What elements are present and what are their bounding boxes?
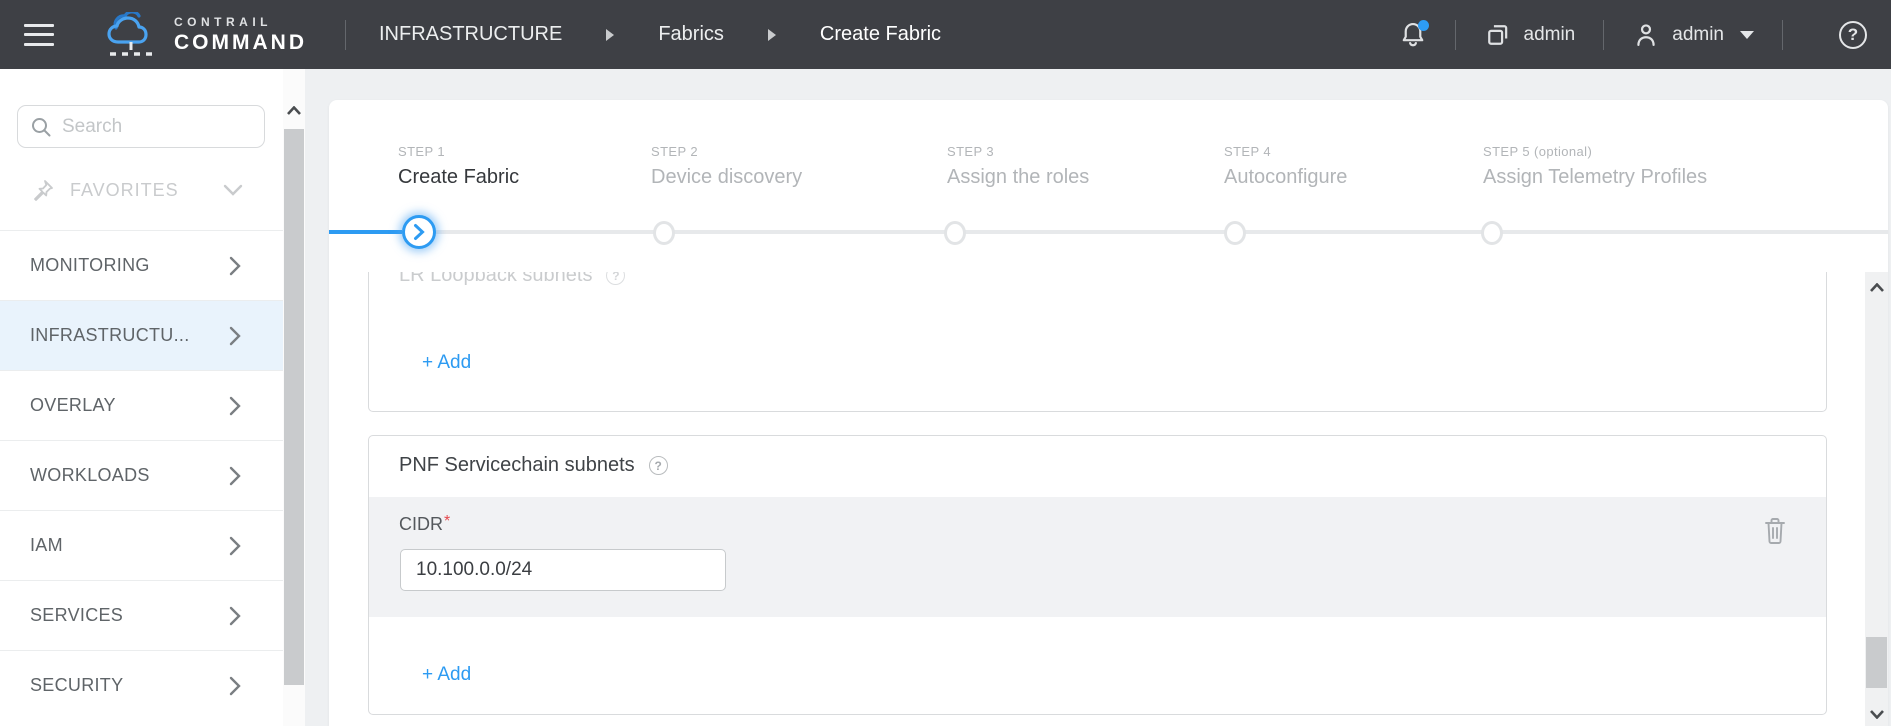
header-divider: [1455, 20, 1456, 50]
breadcrumb-fabrics[interactable]: Fabrics: [658, 23, 724, 46]
help-icon[interactable]: ?: [1839, 21, 1867, 49]
step-1: STEP 1 Create Fabric: [398, 144, 519, 189]
sidebar-item-workloads[interactable]: WORKLOADS: [0, 440, 283, 510]
scroll-up-arrow-icon[interactable]: [283, 97, 305, 123]
sidebar-menu: MONITORING INFRASTRUCTU... OVERLAY WORKL…: [0, 230, 283, 720]
section-title: PNF Servicechain subnets ?: [399, 454, 668, 477]
chevron-right-icon: [229, 466, 241, 486]
cidr-field-row: CIDR*: [369, 497, 1826, 617]
step-connector-line-done: [329, 230, 402, 234]
wizard-steps: STEP 1 Create Fabric STEP 2 Device disco…: [329, 100, 1888, 272]
sidebar-item-services[interactable]: SERVICES: [0, 580, 283, 650]
user-icon: [1632, 21, 1660, 49]
step-3: STEP 3 Assign the roles: [947, 144, 1089, 189]
chevron-down-icon[interactable]: [1740, 31, 1754, 39]
step-2: STEP 2 Device discovery: [651, 144, 802, 189]
step-4-indicator[interactable]: [1224, 221, 1246, 245]
required-marker: *: [444, 513, 450, 530]
header-divider: [1782, 20, 1783, 50]
chevron-down-icon: [223, 184, 243, 196]
header-divider: [1603, 20, 1604, 50]
step-4: STEP 4 Autoconfigure: [1224, 144, 1347, 189]
notification-badge-dot: [1418, 20, 1429, 31]
cidr-input[interactable]: [400, 549, 726, 591]
step-3-indicator[interactable]: [944, 221, 966, 245]
section-help-icon[interactable]: ?: [649, 456, 668, 475]
section-title: LR Loopback subnets ?: [399, 272, 625, 287]
search-icon: [30, 116, 52, 138]
breadcrumb: INFRASTRUCTURE Fabrics Create Fabric: [346, 23, 941, 46]
sidebar-scrollbar: [283, 69, 305, 726]
cidr-label: CIDR*: [399, 513, 450, 535]
projects-icon: [1484, 21, 1512, 49]
chevron-right-icon: [229, 256, 241, 276]
user-name: admin: [1672, 24, 1724, 46]
tenant-name: admin: [1524, 24, 1576, 46]
sidebar-item-security[interactable]: SECURITY: [0, 650, 283, 720]
user-menu[interactable]: admin: [1632, 21, 1754, 49]
pin-icon: [32, 179, 54, 201]
sidebar-item-infrastructure[interactable]: INFRASTRUCTU...: [0, 300, 283, 370]
form-scroll-viewport: LR Loopback subnets ? + Add PNF Servicec…: [329, 272, 1888, 726]
logo-line1: CONTRAIL: [174, 16, 307, 28]
scroll-up-arrow-icon[interactable]: [1865, 274, 1888, 300]
main-scrollbar: [1865, 272, 1888, 726]
pnf-servicechain-subnets-section: PNF Servicechain subnets ? CIDR*: [368, 435, 1827, 715]
topbar-right-group: admin admin ?: [1399, 20, 1891, 50]
breadcrumb-create-fabric: Create Fabric: [820, 23, 941, 46]
chevron-right-icon: [229, 606, 241, 626]
chevron-right-icon: [229, 536, 241, 556]
breadcrumb-infrastructure[interactable]: INFRASTRUCTURE: [379, 23, 562, 46]
section-help-icon[interactable]: ?: [606, 272, 625, 285]
scroll-down-arrow-icon[interactable]: [1865, 702, 1888, 726]
chevron-right-icon: [229, 326, 241, 346]
favorites-label: FAVORITES: [70, 180, 179, 201]
contrail-command-logo: CONTRAIL COMMAND: [102, 12, 307, 58]
favorites-toggle[interactable]: FAVORITES: [0, 172, 283, 208]
breadcrumb-separator-icon: [768, 29, 776, 41]
cloud-logo-icon: [102, 12, 160, 58]
sidebar-item-monitoring[interactable]: MONITORING: [0, 230, 283, 300]
step-2-indicator[interactable]: [653, 221, 675, 245]
sidebar-item-iam[interactable]: IAM: [0, 510, 283, 580]
add-loopback-subnet-link[interactable]: + Add: [422, 349, 471, 377]
top-bar: CONTRAIL COMMAND INFRASTRUCTURE Fabrics …: [0, 0, 1891, 69]
breadcrumb-separator-icon: [606, 29, 614, 41]
sidebar-scrollbar-thumb[interactable]: [284, 129, 304, 685]
hamburger-menu-icon[interactable]: [24, 24, 54, 46]
tenant-menu[interactable]: admin: [1484, 21, 1576, 49]
step-connector-line: [419, 230, 1888, 234]
add-pnf-subnet-link[interactable]: + Add: [422, 661, 471, 689]
step-1-indicator[interactable]: [402, 215, 436, 249]
logo-line2: COMMAND: [174, 32, 307, 53]
notifications-bell-icon[interactable]: [1399, 20, 1427, 50]
sidebar: FAVORITES MONITORING INFRASTRUCTU...: [0, 69, 283, 726]
chevron-right-icon: [229, 396, 241, 416]
step-5: STEP 5 (optional) Assign Telemetry Profi…: [1483, 144, 1707, 189]
step-5-indicator[interactable]: [1481, 221, 1503, 245]
sidebar-search: [17, 105, 265, 148]
chevron-right-icon: [229, 676, 241, 696]
sidebar-item-overlay[interactable]: OVERLAY: [0, 370, 283, 440]
create-fabric-wizard-card: STEP 1 Create Fabric STEP 2 Device disco…: [329, 100, 1888, 726]
main-scrollbar-thumb[interactable]: [1866, 637, 1887, 688]
lr-loopback-subnets-section: LR Loopback subnets ? + Add: [368, 272, 1827, 412]
delete-subnet-trash-icon[interactable]: [1762, 516, 1788, 546]
app-window: CONTRAIL COMMAND INFRASTRUCTURE Fabrics …: [0, 0, 1891, 726]
search-input[interactable]: [62, 116, 307, 138]
